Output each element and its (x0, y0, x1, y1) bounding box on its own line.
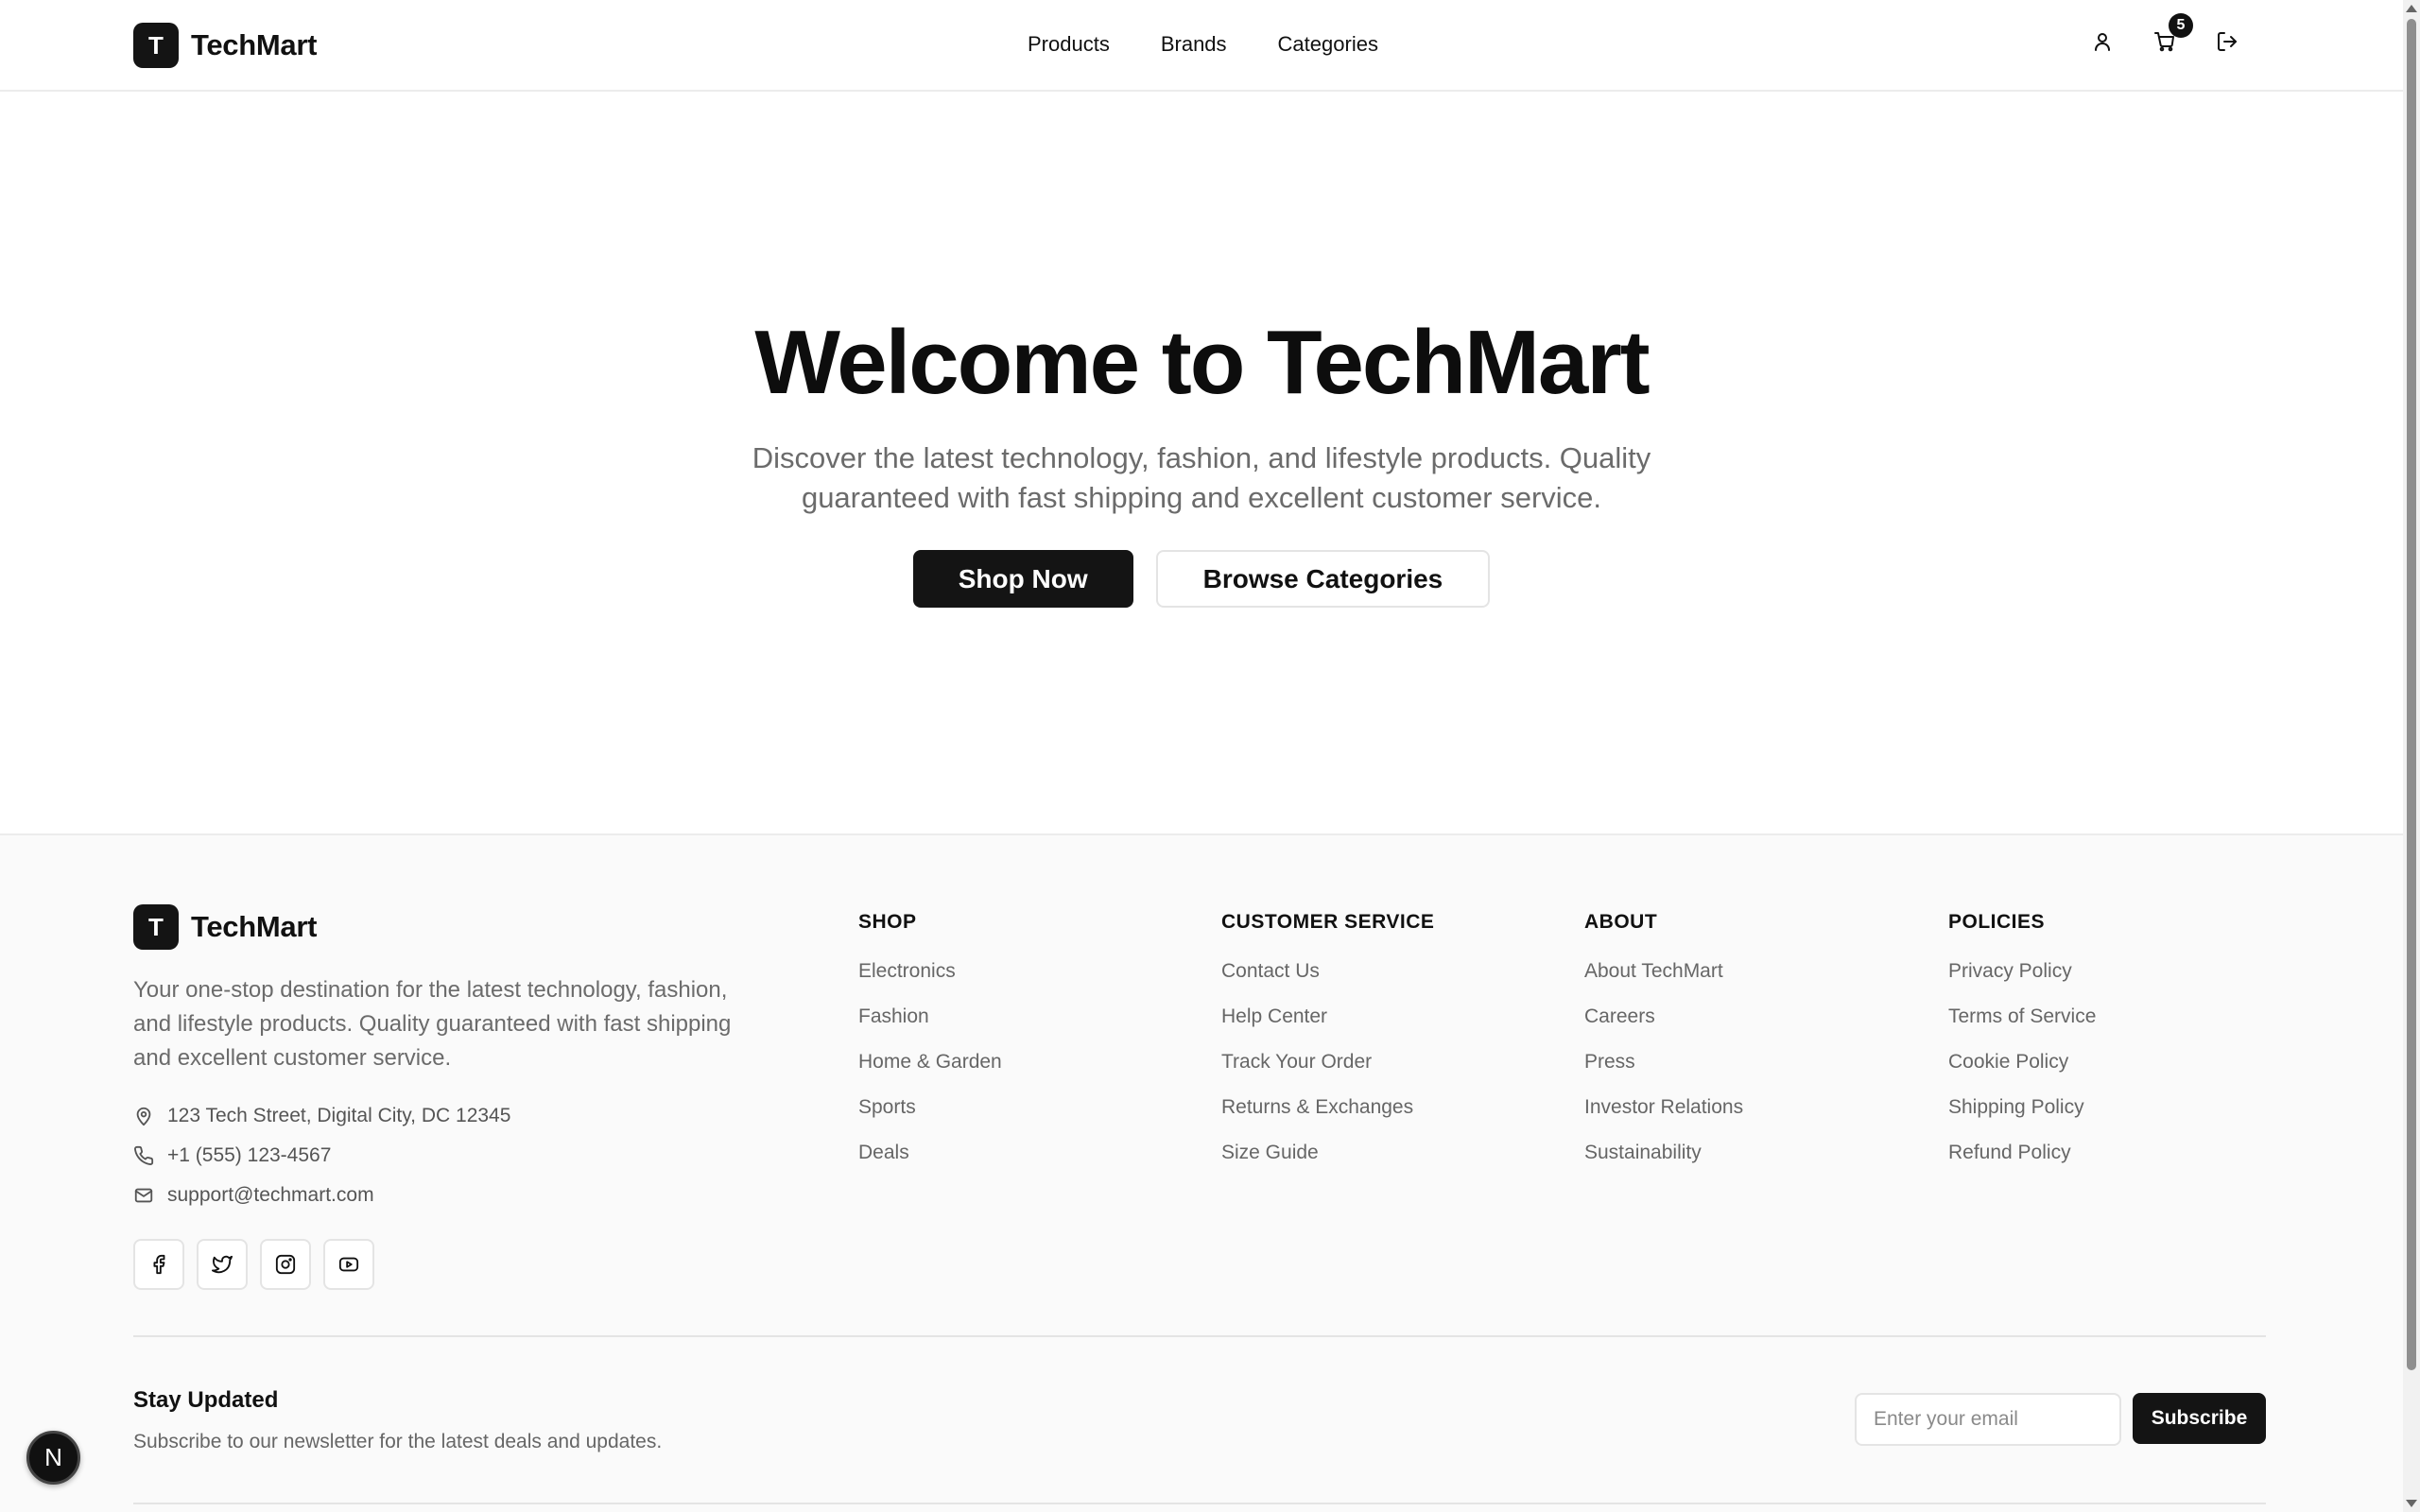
header-logo[interactable]: T TechMart (133, 23, 317, 68)
footer-link[interactable]: Terms of Service (1948, 1005, 2096, 1051)
mail-icon (134, 1188, 153, 1203)
map-pin-icon (136, 1107, 151, 1126)
contact-info: 123 Tech Street, Digital City, DC 12345 … (133, 1096, 510, 1215)
footer-link[interactable]: Shipping Policy (1948, 1096, 2096, 1142)
site-header: T TechMart Products Brands Categories 5 (0, 0, 2403, 92)
footer-col-customer-service: CUSTOMER SERVICE Contact Us Help Center … (1221, 911, 1434, 1187)
hero-title: Welcome to TechMart (754, 312, 1650, 413)
footer-col-title: POLICIES (1948, 911, 2046, 933)
footer-link[interactable]: Press (1584, 1051, 1743, 1096)
nav-products[interactable]: Products (1028, 32, 1110, 57)
user-icon[interactable] (2087, 26, 2118, 57)
hero-actions: Shop Now Browse Categories (0, 550, 2403, 608)
facebook-icon[interactable] (133, 1239, 184, 1290)
footer-link[interactable]: Returns & Exchanges (1221, 1096, 1434, 1142)
footer-link[interactable]: Sports (858, 1096, 1002, 1142)
email-text: support@techmart.com (167, 1184, 374, 1206)
browse-categories-button[interactable]: Browse Categories (1155, 550, 1491, 608)
footer-col-title: CUSTOMER SERVICE (1221, 911, 1435, 933)
footer-bottom-divider (133, 1503, 2266, 1504)
footer-link[interactable]: Size Guide (1221, 1142, 1434, 1187)
cart-icon[interactable]: 5 (2150, 13, 2193, 57)
youtube-icon[interactable] (323, 1239, 374, 1290)
hero-section: Welcome to TechMart Discover the latest … (0, 94, 2403, 833)
footer-col-about: ABOUT About TechMart Careers Press Inves… (1584, 911, 1743, 1187)
logo-text: TechMart (191, 910, 318, 943)
social-links (133, 1239, 374, 1290)
footer-link[interactable]: Home & Garden (858, 1051, 1002, 1096)
phone-text: +1 (555) 123-4567 (167, 1144, 332, 1166)
hero-subtitle: Discover the latest technology, fashion,… (752, 441, 1651, 514)
contact-address: 123 Tech Street, Digital City, DC 12345 (133, 1096, 510, 1136)
footer-link[interactable]: Sustainability (1584, 1142, 1743, 1187)
footer-divider (133, 1335, 2266, 1337)
shop-now-button[interactable]: Shop Now (912, 550, 1133, 608)
cart-count-badge: 5 (2169, 13, 2193, 38)
instagram-icon[interactable] (260, 1239, 311, 1290)
footer-col-policies: POLICIES Privacy Policy Terms of Service… (1948, 911, 2096, 1187)
newsletter-subtitle: Subscribe to our newsletter for the late… (133, 1431, 663, 1452)
nav-brands[interactable]: Brands (1161, 32, 1227, 57)
scroll-down-arrow-icon[interactable] (2406, 1500, 2417, 1507)
footer-col-title: SHOP (858, 911, 917, 933)
scroll-up-arrow-icon[interactable] (2406, 5, 2417, 12)
subscribe-button[interactable]: Subscribe (2133, 1393, 2266, 1444)
footer-link[interactable]: Contact Us (1221, 960, 1434, 1005)
nav-categories[interactable]: Categories (1278, 32, 1378, 57)
footer-logo[interactable]: T TechMart (133, 904, 317, 950)
logo-mark: T (133, 23, 179, 68)
contact-phone: +1 (555) 123-4567 (133, 1136, 510, 1176)
page-scrollbar[interactable] (2403, 0, 2420, 1512)
newsletter-title: Stay Updated (133, 1387, 279, 1413)
footer-col-title: ABOUT (1584, 911, 1658, 933)
footer-link[interactable]: Deals (858, 1142, 1002, 1187)
footer-description: Your one-stop destination for the latest… (133, 977, 732, 1071)
phone-icon (134, 1145, 154, 1165)
main-nav: Products Brands Categories (1028, 32, 1378, 57)
footer-link[interactable]: Electronics (858, 960, 1002, 1005)
footer-link[interactable]: Track Your Order (1221, 1051, 1434, 1096)
logo-mark: T (133, 904, 179, 950)
footer-link[interactable]: Careers (1584, 1005, 1743, 1051)
footer-link[interactable]: Cookie Policy (1948, 1051, 2096, 1096)
footer-link[interactable]: Investor Relations (1584, 1096, 1743, 1142)
footer-link[interactable]: Refund Policy (1948, 1142, 2096, 1187)
newsletter-email-input[interactable] (1855, 1393, 2121, 1446)
footer-link[interactable]: Fashion (858, 1005, 1002, 1051)
footer-link[interactable]: About TechMart (1584, 960, 1743, 1005)
contact-email: support@techmart.com (133, 1176, 510, 1215)
address-text: 123 Tech Street, Digital City, DC 12345 (167, 1105, 511, 1126)
header-actions: 5 (2087, 13, 2242, 57)
scrollbar-thumb[interactable] (2407, 19, 2416, 1370)
footer-link[interactable]: Privacy Policy (1948, 960, 2096, 1005)
footer-link[interactable]: Help Center (1221, 1005, 1434, 1051)
logo-text: TechMart (191, 28, 318, 61)
footer-col-shop: SHOP Electronics Fashion Home & Garden S… (858, 911, 1002, 1187)
twitter-icon[interactable] (197, 1239, 248, 1290)
logout-icon[interactable] (2212, 26, 2242, 57)
site-footer: T TechMart Your one-stop destination for… (0, 833, 2403, 1512)
nextjs-dev-indicator[interactable]: N (26, 1431, 80, 1485)
